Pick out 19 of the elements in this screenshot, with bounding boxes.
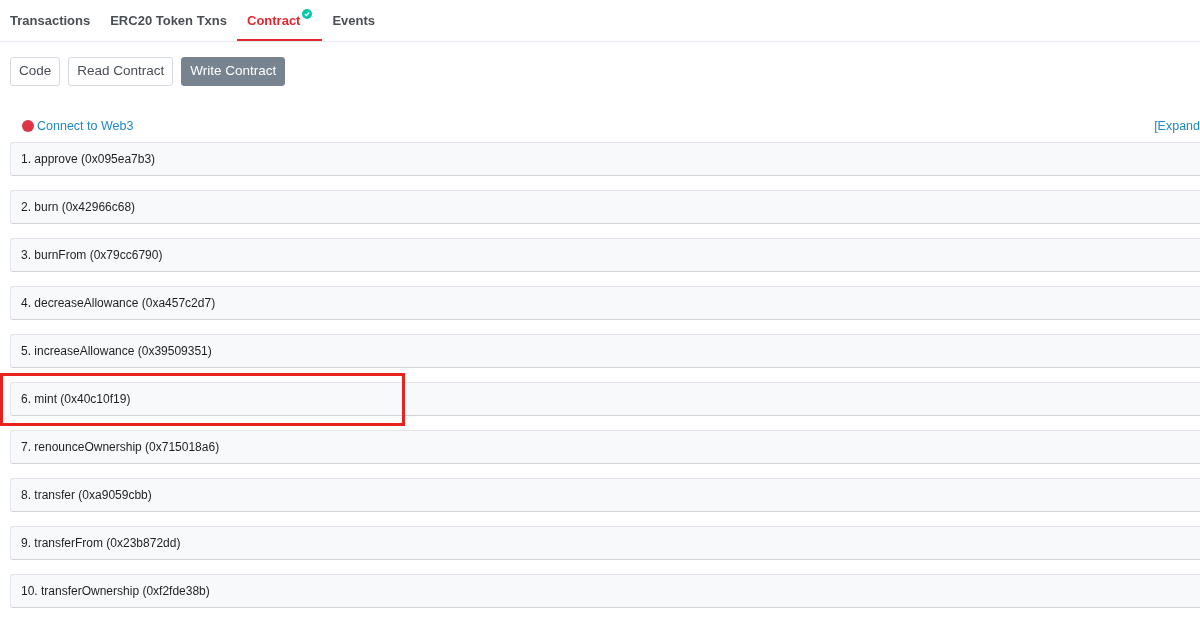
- tab[interactable]: Contract: [237, 0, 323, 41]
- function-row[interactable]: 7. renounceOwnership (0x715018a6): [10, 430, 1200, 464]
- expand-link[interactable]: [Expand: [1154, 116, 1200, 136]
- tab[interactable]: ERC20 Token Txns: [100, 0, 237, 41]
- function-row[interactable]: 6. mint (0x40c10f19): [10, 382, 1200, 416]
- contract-tab-button[interactable]: Code: [10, 57, 61, 86]
- function-row[interactable]: 5. increaseAllowance (0x39509351): [10, 334, 1200, 368]
- contract-tab-button[interactable]: Write Contract: [181, 57, 286, 86]
- function-row[interactable]: 8. transfer (0xa9059cbb): [10, 478, 1200, 512]
- tab[interactable]: Events: [322, 0, 386, 41]
- contract-tab-button[interactable]: Read Contract: [68, 57, 174, 86]
- function-row[interactable]: 3. burnFrom (0x79cc6790): [10, 238, 1200, 272]
- function-row[interactable]: 1. approve (0x095ea7b3): [10, 142, 1200, 176]
- tab[interactable]: Transactions: [0, 0, 101, 41]
- connect-link[interactable]: Connect to Web3: [37, 116, 134, 136]
- function-row[interactable]: 2. burn (0x42966c68): [10, 190, 1200, 224]
- function-row[interactable]: 10. transferOwnership (0xf2fde38b): [10, 574, 1200, 608]
- function-row[interactable]: 4. decreaseAllowance (0xa457c2d7): [10, 286, 1200, 320]
- function-row[interactable]: 9. transferFrom (0x23b872dd): [10, 526, 1200, 560]
